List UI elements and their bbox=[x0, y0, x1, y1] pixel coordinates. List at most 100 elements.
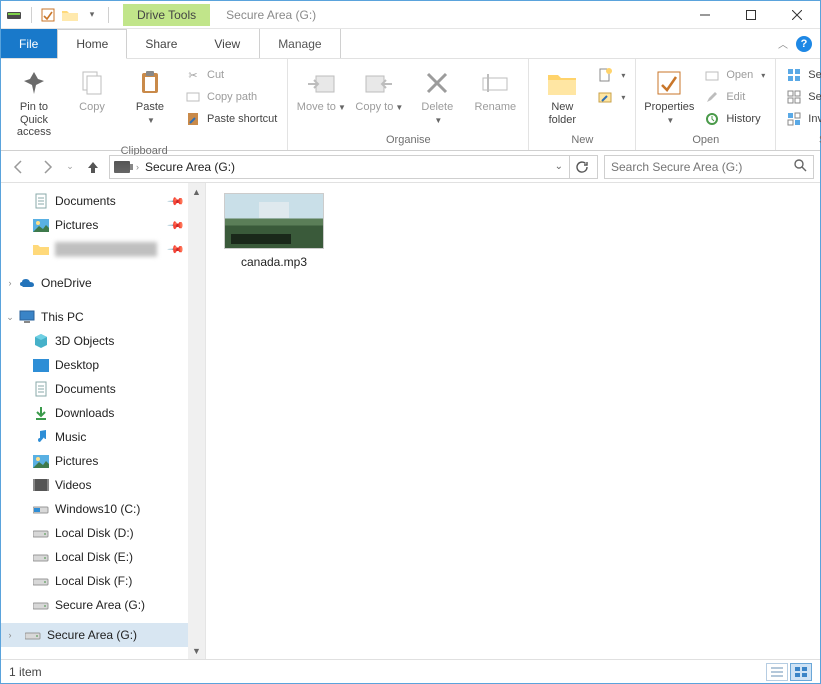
chevron-right-icon[interactable]: › bbox=[5, 278, 15, 288]
recent-locations-button[interactable]: ⌄ bbox=[63, 155, 77, 179]
paste-shortcut-button[interactable]: Paste shortcut bbox=[181, 109, 281, 129]
tree-pc-item[interactable]: Pictures bbox=[1, 449, 205, 473]
tree-pc-item[interactable]: Local Disk (D:) bbox=[1, 521, 205, 545]
tree-pc-item[interactable]: Windows10 (C:) bbox=[1, 497, 205, 521]
tree-quick-item[interactable]: ████████████📌 bbox=[1, 237, 205, 261]
new-folder-icon bbox=[546, 67, 578, 99]
search-box[interactable] bbox=[604, 155, 814, 179]
edit-button[interactable]: Edit bbox=[700, 87, 769, 107]
new-folder-button[interactable]: New folder bbox=[535, 63, 589, 130]
video-icon bbox=[33, 477, 49, 493]
maximize-button[interactable] bbox=[728, 1, 774, 29]
search-icon[interactable] bbox=[793, 158, 807, 175]
ribbon-group-clipboard: Pin to Quick access Copy Paste ▼ ✂Cut Co… bbox=[1, 59, 288, 150]
tree-onedrive[interactable]: › OneDrive bbox=[1, 271, 205, 295]
search-input[interactable] bbox=[611, 160, 793, 174]
ribbon-tabstrip: File Home Share View Manage ︿ ? bbox=[1, 29, 820, 59]
copy-button[interactable]: Copy bbox=[65, 63, 119, 118]
drive-win-icon bbox=[33, 501, 49, 517]
select-none-button[interactable]: Select none bbox=[782, 87, 821, 107]
copy-path-button[interactable]: Copy path bbox=[181, 87, 281, 107]
folder-icon bbox=[33, 241, 49, 257]
refresh-button[interactable] bbox=[569, 155, 593, 179]
tree-pc-item[interactable]: Downloads bbox=[1, 401, 205, 425]
tree-scrollbar[interactable]: ▲ ▼ bbox=[188, 183, 205, 659]
chevron-down-icon[interactable]: ⌄ bbox=[5, 312, 15, 323]
properties-button[interactable]: Properties▼ bbox=[642, 63, 696, 130]
address-bar[interactable]: › Secure Area (G:) ⌄ bbox=[109, 155, 598, 179]
qat-folder-icon[interactable] bbox=[62, 7, 78, 23]
onedrive-icon bbox=[19, 275, 35, 291]
move-to-button[interactable]: Move to▼ bbox=[294, 63, 348, 118]
content-pane[interactable]: canada.mp3 bbox=[206, 183, 820, 659]
3d-icon bbox=[33, 333, 49, 349]
tab-share[interactable]: Share bbox=[127, 29, 196, 58]
qat-customize-caret-icon[interactable]: ▾ bbox=[84, 7, 100, 23]
select-all-icon bbox=[786, 67, 802, 83]
window-title: Secure Area (G:) bbox=[226, 8, 316, 22]
tree-pc-item[interactable]: Videos bbox=[1, 473, 205, 497]
tab-view[interactable]: View bbox=[196, 29, 259, 58]
cut-button[interactable]: ✂Cut bbox=[181, 65, 281, 85]
tab-home[interactable]: Home bbox=[57, 29, 127, 59]
tree-quick-item[interactable]: Pictures📌 bbox=[1, 213, 205, 237]
help-icon[interactable]: ? bbox=[796, 36, 812, 52]
invert-selection-button[interactable]: Invert selection bbox=[782, 109, 821, 129]
scroll-down-icon[interactable]: ▼ bbox=[188, 642, 205, 659]
up-button[interactable] bbox=[81, 155, 105, 179]
tree-label: This PC bbox=[41, 310, 84, 324]
address-text: Secure Area (G:) bbox=[145, 160, 549, 174]
pin-to-quick-access-button[interactable]: Pin to Quick access bbox=[7, 63, 61, 143]
view-details-button[interactable] bbox=[766, 663, 788, 681]
tree-this-pc[interactable]: ⌄ This PC bbox=[1, 305, 205, 329]
tree-pc-item[interactable]: Local Disk (E:) bbox=[1, 545, 205, 569]
delete-label: Delete▼ bbox=[421, 101, 453, 126]
tree-label: Secure Area (G:) bbox=[47, 628, 137, 642]
new-item-button[interactable]: ▾ bbox=[593, 65, 629, 85]
forward-button[interactable] bbox=[35, 155, 59, 179]
tree-pc-item[interactable]: Secure Area (G:) bbox=[1, 593, 205, 617]
cut-icon: ✂ bbox=[185, 67, 201, 83]
navigation-tree[interactable]: Documents📌Pictures📌████████████📌 › OneDr… bbox=[1, 183, 206, 659]
group-label-open: Open bbox=[642, 132, 769, 150]
tree-secure-area-selected[interactable]: › Secure Area (G:) bbox=[1, 623, 205, 647]
tab-manage[interactable]: Manage bbox=[259, 29, 340, 58]
paste-label: Paste bbox=[136, 101, 164, 114]
history-button[interactable]: History bbox=[700, 109, 769, 129]
chevron-right-icon[interactable]: › bbox=[5, 630, 15, 640]
tree-label: Music bbox=[55, 430, 86, 444]
tab-file[interactable]: File bbox=[1, 29, 57, 58]
tree-pc-item[interactable]: Local Disk (F:) bbox=[1, 569, 205, 593]
contextual-tab-drive-tools[interactable]: Drive Tools bbox=[123, 4, 210, 26]
qat-properties-icon[interactable] bbox=[40, 7, 56, 23]
select-all-button[interactable]: Select all bbox=[782, 65, 821, 85]
tree-label: Documents bbox=[55, 194, 116, 208]
new-item-icon bbox=[597, 67, 613, 83]
delete-button[interactable]: Delete▼ bbox=[410, 63, 464, 130]
view-thumbnails-button[interactable] bbox=[790, 663, 812, 681]
rename-button[interactable]: Rename bbox=[468, 63, 522, 118]
tree-pc-item[interactable]: 3D Objects bbox=[1, 329, 205, 353]
paste-button[interactable]: Paste ▼ bbox=[123, 63, 177, 129]
open-button[interactable]: Open▾ bbox=[700, 65, 769, 85]
edit-icon bbox=[704, 89, 720, 105]
minimize-button[interactable] bbox=[682, 1, 728, 29]
pin-icon: 📌 bbox=[167, 216, 186, 235]
collapse-ribbon-icon[interactable]: ︿ bbox=[778, 36, 788, 51]
address-dropdown-icon[interactable]: ⌄ bbox=[555, 161, 563, 172]
close-button[interactable] bbox=[774, 1, 820, 29]
title-bar: ▾ Drive Tools Secure Area (G:) bbox=[1, 1, 820, 29]
ribbon-group-open: Properties▼ Open▾ Edit History Open bbox=[636, 59, 776, 150]
file-item[interactable]: canada.mp3 bbox=[220, 193, 328, 269]
copy-to-label: Copy to▼ bbox=[355, 101, 403, 114]
back-button[interactable] bbox=[7, 155, 31, 179]
copy-to-button[interactable]: Copy to▼ bbox=[352, 63, 406, 118]
rename-label: Rename bbox=[475, 101, 517, 114]
tree-pc-item[interactable]: Desktop bbox=[1, 353, 205, 377]
tree-pc-item[interactable]: Documents bbox=[1, 377, 205, 401]
tree-quick-item[interactable]: Documents📌 bbox=[1, 189, 205, 213]
easy-access-button[interactable]: ▾ bbox=[593, 87, 629, 107]
scroll-up-icon[interactable]: ▲ bbox=[188, 183, 205, 200]
tree-pc-item[interactable]: Music bbox=[1, 425, 205, 449]
dl-icon bbox=[33, 405, 49, 421]
